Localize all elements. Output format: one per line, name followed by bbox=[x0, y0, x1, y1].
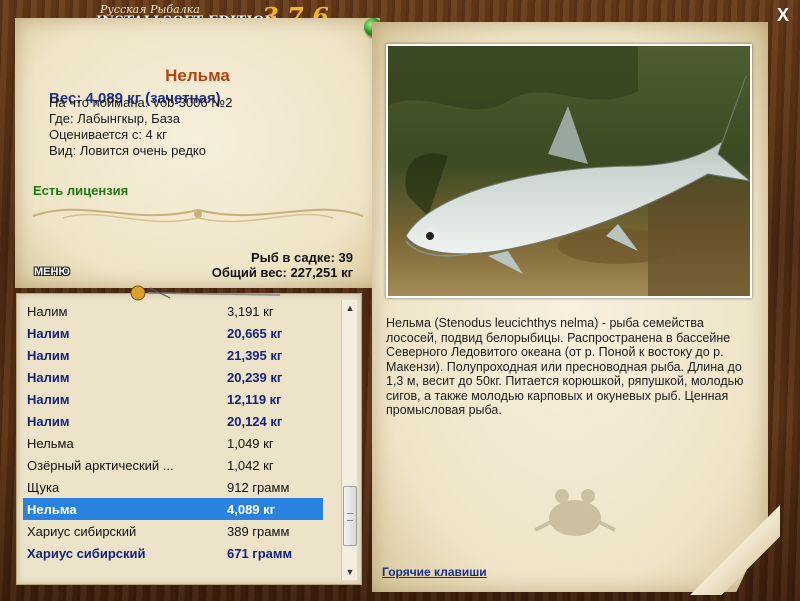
float-bobber-icon bbox=[130, 285, 281, 301]
fish-weight-cell: 12,119 кг bbox=[227, 392, 282, 407]
fish-name: Нельма bbox=[165, 66, 230, 85]
fish-description: Нельма (Stenodus leucichthys nelma) - ры… bbox=[386, 316, 744, 417]
fish-weight-cell: 1,049 кг bbox=[227, 436, 274, 451]
fish-count: Рыб в садке: 39 bbox=[250, 250, 353, 265]
fish-name-cell: Налим bbox=[27, 370, 70, 385]
fish-name-cell: Хариус сибирский bbox=[27, 524, 137, 539]
keepnet-list: Налим 3,191 кг Налим 20,665 кг Налим 21,395 к… bbox=[23, 300, 323, 564]
fish-name-cell: Налим bbox=[27, 414, 70, 429]
list-item[interactable]: Налим 20,239 кг bbox=[23, 366, 323, 388]
arrow-up-icon[interactable]: ▲ bbox=[342, 300, 358, 316]
fish-weight-cell: 3,191 кг bbox=[227, 304, 274, 319]
rating-info: Оценивается с: 4 кг bbox=[49, 127, 167, 142]
catch-info-panel: Нельма Вес: 4,089 кг (зачетная) На что п… bbox=[15, 18, 380, 288]
close-button[interactable]: X bbox=[774, 6, 792, 24]
fish-name-cell: Нельма bbox=[27, 436, 74, 451]
fish-name-cell: Налим bbox=[27, 326, 70, 341]
list-item[interactable]: Щука 912 грамм bbox=[23, 476, 323, 498]
close-icon: X bbox=[776, 5, 789, 25]
fish-name-cell: Налим bbox=[27, 304, 68, 319]
menu-button[interactable]: МЕНЮ bbox=[34, 266, 70, 278]
keepnet-list-panel: Налим 3,191 кг Налим 20,665 кг Налим 21,395 к… bbox=[16, 293, 362, 585]
fish-weight-cell: 912 грамм bbox=[227, 480, 290, 495]
list-item[interactable]: Хариус сибирский 389 грамм bbox=[23, 520, 323, 542]
list-item[interactable]: Хариус сибирский 671 грамм bbox=[23, 542, 323, 564]
fish-name-cell: Налим bbox=[27, 348, 70, 363]
hotkeys-link[interactable]: Горячие клавиши bbox=[382, 565, 487, 579]
list-item[interactable]: Нельма 1,049 кг bbox=[23, 432, 323, 454]
fish-weight-cell: 20,665 кг bbox=[227, 326, 283, 341]
fish-name-cell: Нельма bbox=[27, 502, 77, 517]
list-item[interactable]: Налим 12,119 кг bbox=[23, 388, 323, 410]
list-item[interactable]: Налим 20,665 кг bbox=[23, 322, 323, 344]
bait-info: На что поймана: Vob-3006 №2 bbox=[49, 95, 233, 110]
list-item[interactable]: Озёрный арктический ... 1,042 кг bbox=[23, 454, 323, 476]
rarity-info: Вид: Ловится очень редко bbox=[49, 143, 206, 158]
scrollbar-thumb[interactable] bbox=[343, 486, 357, 546]
list-item[interactable]: Налим 20,124 кг bbox=[23, 410, 323, 432]
fish-weight-cell: 4,089 кг bbox=[227, 502, 276, 517]
ornament-divider bbox=[32, 208, 364, 223]
fish-name-cell: Налим bbox=[27, 392, 70, 407]
fish-name-cell: Хариус сибирский bbox=[27, 546, 146, 561]
list-scrollbar[interactable]: ▲ ▼ bbox=[341, 300, 357, 580]
fish-weight-cell: 20,124 кг bbox=[227, 414, 283, 429]
location-info: Где: Лабынгкыр, База bbox=[49, 111, 180, 126]
frog-watermark-icon bbox=[534, 489, 616, 536]
fish-photo bbox=[386, 44, 752, 298]
fish-weight-cell: 1,042 кг bbox=[227, 458, 274, 473]
fish-weight-cell: 671 грамм bbox=[227, 546, 293, 561]
fish-weight-cell: 20,239 кг bbox=[227, 370, 283, 385]
list-item[interactable]: Налим 21,395 кг bbox=[23, 344, 323, 366]
fish-name-cell: Озёрный арктический ... bbox=[27, 458, 174, 473]
arrow-down-icon[interactable]: ▼ bbox=[342, 564, 358, 580]
fish-name-cell: Щука bbox=[27, 480, 60, 495]
fish-weight-cell: 21,395 кг bbox=[227, 348, 283, 363]
list-item[interactable]: Нельма 4,089 кг bbox=[23, 498, 323, 520]
fish-weight-cell: 389 грамм bbox=[227, 524, 290, 539]
total-weight: Общий вес: 227,251 кг bbox=[211, 265, 353, 280]
